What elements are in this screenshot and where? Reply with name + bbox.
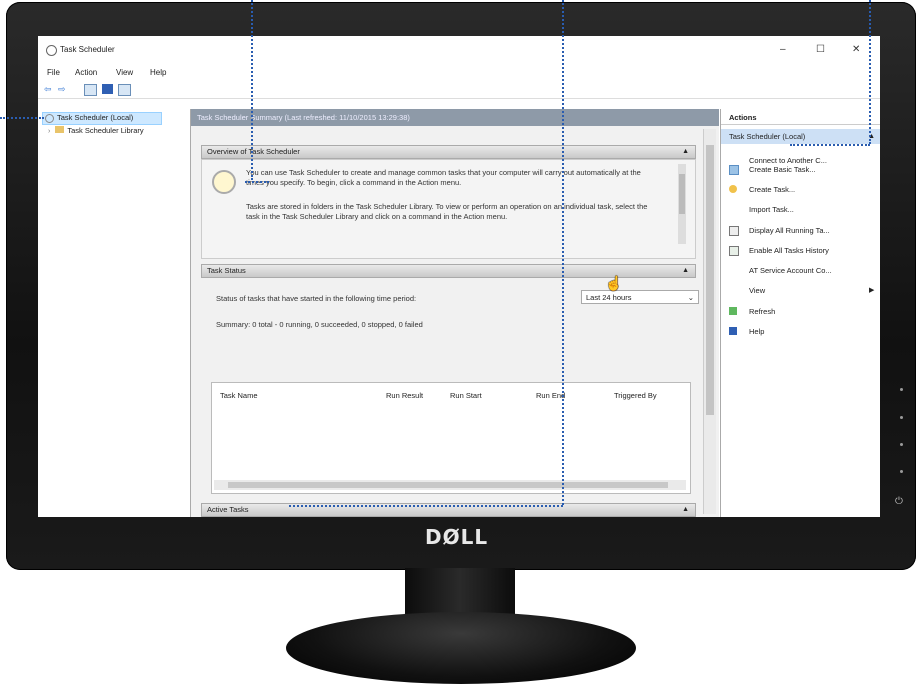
help-icon [729,327,737,335]
actions-section-label: Task Scheduler (Local) [729,132,806,141]
section-title: Overview of Task Scheduler [207,147,300,156]
menu-view[interactable]: View [116,68,133,77]
action-import-task[interactable]: Import Task... [749,205,794,214]
minimize-button[interactable]: – [780,44,786,55]
chevron-down-icon: ⌄ [687,293,694,302]
hand-cursor-icon: ☝ [605,275,623,291]
column-task-name[interactable]: Task Name [220,391,258,400]
callout-line [869,0,871,144]
clock-icon [45,114,54,123]
monitor-button [900,443,903,446]
section-title: Active Tasks [207,505,249,514]
console-tree-icon[interactable] [84,84,97,96]
back-arrow-icon[interactable]: ⇦ [44,84,55,94]
actions-section-local[interactable]: Task Scheduler (Local) ▲ [721,129,880,144]
summary-pane: Task Scheduler Summary (Last refreshed: … [190,109,719,517]
collapse-icon[interactable]: ▲ [682,146,689,158]
console-tree: Task Scheduler (Local) › Task Scheduler L… [38,109,188,517]
column-run-result[interactable]: Run Result [386,391,423,400]
toolbar: ⇦ ⇨ [38,82,880,99]
tree-item-label: Task Scheduler (Local) [57,113,134,122]
table-scrollbar[interactable] [214,480,686,490]
title-bar: Task Scheduler – ☐ ✕ [38,36,880,64]
overview-panel: You can use Task Scheduler to create and… [201,159,696,259]
action-enable-history[interactable]: Enable All Tasks History [749,246,829,255]
tree-item-local[interactable]: Task Scheduler (Local) [42,112,162,125]
tree-item-library[interactable]: › Task Scheduler Library [48,126,144,137]
overview-scroll-thumb[interactable] [679,174,685,214]
menu-file[interactable]: File [47,68,60,77]
action-connect[interactable]: Connect to Another C... [749,156,827,165]
status-summary: Summary: 0 total - 0 running, 0 succeede… [216,320,423,329]
help-icon[interactable] [102,84,113,94]
submenu-arrow-icon: ▶ [869,287,875,294]
clock-icon [46,45,57,56]
action-create-basic-task[interactable]: Create Basic Task... [749,165,816,174]
action-pane-icon[interactable] [118,84,131,96]
brand-logo: DØLL [425,525,489,549]
action-refresh[interactable]: Refresh [749,307,775,316]
callout-line [562,0,564,505]
overview-scrollbar[interactable] [678,164,686,244]
section-title: Task Status [207,266,246,275]
action-display-running[interactable]: Display All Running Ta... [749,226,830,235]
callout-line [245,181,269,183]
folder-icon [55,126,65,133]
monitor-button [900,470,903,473]
summary-scrollbar[interactable] [703,129,716,514]
actions-pane: Actions Task Scheduler (Local) ▲ Connect… [720,109,880,517]
window-title: Task Scheduler [60,45,115,54]
actions-header: Actions [721,111,880,125]
screen: Task Scheduler – ☐ ✕ File Action View He… [38,36,880,517]
column-run-end[interactable]: Run End [536,391,565,400]
callout-line [790,144,870,146]
dropdown-value: Last 24 hours [586,293,632,302]
callout-line [251,0,253,180]
monitor-button [900,388,903,391]
overview-section-header[interactable]: Overview of Task Scheduler ▲ [201,145,696,159]
callout-line [0,117,44,119]
forward-arrow-icon[interactable]: ⇨ [58,84,69,94]
close-button[interactable]: ✕ [852,44,860,55]
monitor-button [900,416,903,419]
action-help[interactable]: Help [749,327,764,336]
overview-text-1: You can use Task Scheduler to create and… [246,168,641,187]
column-run-start[interactable]: Run Start [450,391,482,400]
chevron-right-icon: › [48,128,51,135]
overview-text-2: Tasks are stored in folders in the Task … [246,202,648,221]
period-label: Status of tasks that have started in the… [216,294,417,303]
column-triggered-by[interactable]: Triggered By [614,391,657,400]
action-view[interactable]: View [749,286,765,295]
power-icon: ⏻ [895,496,903,507]
monitor-base [286,612,636,684]
action-at-service-account[interactable]: AT Service Account Co... [749,266,832,275]
table-scroll-thumb[interactable] [228,482,668,488]
collapse-icon[interactable]: ▲ [682,504,689,516]
summary-header: Task Scheduler Summary (Last refreshed: … [191,109,719,126]
list-icon [729,226,739,236]
action-create-task[interactable]: Create Task... [749,185,795,194]
collapse-icon[interactable]: ▲ [682,265,689,277]
refresh-icon [729,307,737,315]
task-status-panel: Status of tasks that have started in the… [201,278,699,500]
star-icon [729,185,737,193]
maximize-button[interactable]: ☐ [816,44,825,55]
tree-item-label: Task Scheduler Library [67,126,144,135]
callout-line [289,505,563,507]
menu-help[interactable]: Help [150,68,166,77]
clock-icon [212,170,236,194]
period-dropdown[interactable]: Last 24 hours ⌄ [581,290,699,304]
task-table: Task Name Run Result Run Start Run End T… [211,382,691,494]
menu-action[interactable]: Action [75,68,97,77]
history-icon [729,246,739,256]
task-icon [729,165,739,175]
summary-scroll-thumb[interactable] [706,145,714,415]
